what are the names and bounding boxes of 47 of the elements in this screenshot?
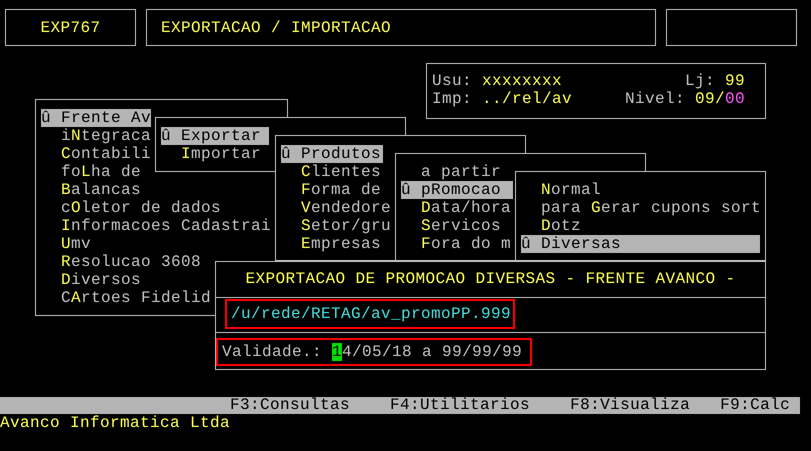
menu-item[interactable]: Empresas xyxy=(281,235,382,253)
menu-item[interactable]: Vendedore xyxy=(281,199,392,217)
path-field[interactable]: /u/rede/RETAG/av_promoPP.999 xyxy=(225,299,516,329)
menu-item[interactable]: û Produtos xyxy=(281,145,383,163)
menu-item[interactable]: Servicos xyxy=(401,217,502,235)
menu-item[interactable]: Forma de xyxy=(281,181,382,199)
printer-label: Imp: xyxy=(432,90,472,108)
menu-item[interactable]: foLha de xyxy=(41,163,142,181)
menu-item[interactable]: Data/hora xyxy=(401,199,512,217)
menu-item[interactable]: Informacoes Cadastrai xyxy=(41,217,272,235)
nivel-value: 09/ xyxy=(694,90,725,108)
menu-item[interactable]: û Diversas xyxy=(521,235,760,253)
menu-item[interactable]: iNtegraca xyxy=(41,127,152,145)
company-name: Avanco Informatica Ltda xyxy=(0,414,230,432)
menu-item[interactable]: CArtoes Fidelid xyxy=(41,289,212,307)
store-label: Lj: xyxy=(684,72,715,90)
function-key[interactable]: F4:Utilitarios xyxy=(390,397,530,414)
menu-item[interactable]: Balancas xyxy=(41,181,142,199)
function-key[interactable]: F9:Calc xyxy=(720,397,790,414)
menu-item[interactable]: Diversos xyxy=(41,271,142,289)
store-value: 99 xyxy=(724,72,745,90)
user-label: Usu: xyxy=(432,72,472,90)
menu-item[interactable]: cOletor de dados xyxy=(41,199,222,217)
menu-item[interactable]: para Gerar cupons sort xyxy=(521,199,762,217)
menu-item[interactable]: Umv xyxy=(41,235,92,253)
menu-item[interactable]: Setor/gru xyxy=(281,217,392,235)
screen-title: EXPORTACAO / IMPORTACAO xyxy=(161,18,392,36)
function-key[interactable]: F3:Consultas xyxy=(230,397,350,414)
program-code: EXP767 xyxy=(40,18,100,36)
menu-item[interactable]: Importar xyxy=(161,145,262,163)
function-key[interactable]: F8:Visualiza xyxy=(570,397,690,414)
dialog-title: EXPORTACAO DE PROMOCAO DIVERSAS - FRENTE AVANCO - xyxy=(216,262,765,298)
user-value: xxxxxxxx xyxy=(482,72,562,90)
menu-item[interactable]: Clientes xyxy=(281,163,382,181)
menu-item[interactable]: Fora do m xyxy=(401,235,512,253)
printer-value: ../rel/av xyxy=(482,90,572,108)
menu-item[interactable]: û pRomocao xyxy=(401,181,513,199)
menu-item[interactable]: û Exportar xyxy=(161,127,269,145)
nivel-sub-value: 00 xyxy=(724,90,745,108)
menu-item[interactable]: û F rente Av xyxy=(41,109,152,127)
menu-item[interactable]: Resolucao 3608 xyxy=(41,253,202,271)
menu-item[interactable]: Dotz xyxy=(521,217,582,235)
validity-field[interactable]: Validade.: 14/05/18 a 99/99/99 xyxy=(216,338,532,366)
menu-item[interactable]: Contabili xyxy=(41,145,152,163)
nivel-label: Nivel: xyxy=(624,90,685,108)
menu-item[interactable]: a partir xyxy=(401,163,502,181)
menu-item[interactable]: Normal xyxy=(521,181,602,199)
